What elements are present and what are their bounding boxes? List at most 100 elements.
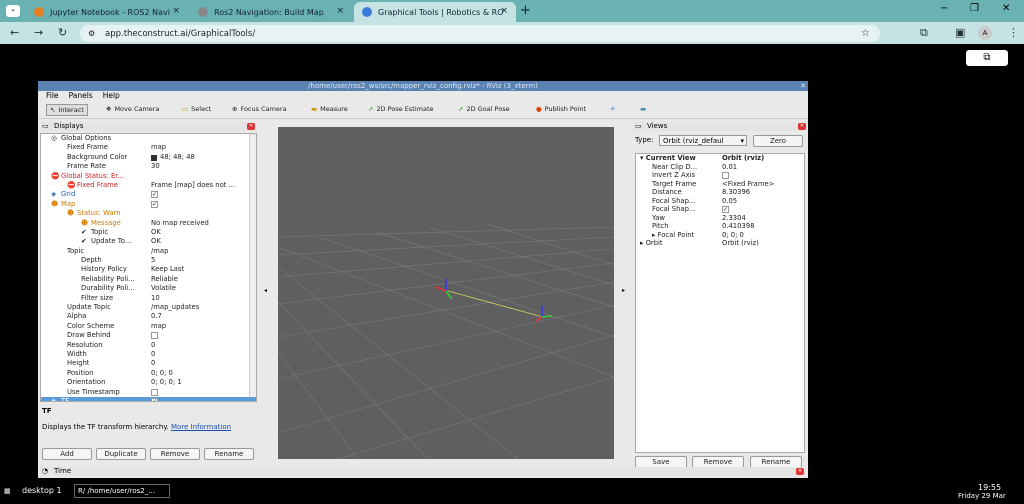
row-value[interactable]: OK — [151, 237, 161, 246]
row-value[interactable]: 0; 0; 0 — [722, 231, 744, 240]
forward-icon[interactable]: → — [34, 26, 43, 39]
row-value[interactable]: 2.3304 — [722, 214, 746, 223]
row-value[interactable]: 5 — [151, 256, 155, 265]
more-information-link[interactable]: More Information — [171, 423, 231, 431]
bookmark-star-icon[interactable]: ☆ — [861, 28, 870, 39]
view-row[interactable]: ▸ Orbit Orbit (rviz) — [636, 239, 804, 248]
window-close-icon[interactable]: ✕ — [800, 81, 806, 91]
row-value[interactable]: 0; 0; 0; 1 — [151, 378, 182, 387]
display-row[interactable]: ⛔ Global Status: Er... — [41, 172, 256, 181]
tab-list-button[interactable]: ⌄ — [6, 5, 20, 17]
tool-select[interactable]: ▭ Select — [182, 105, 211, 113]
display-row[interactable]: Topic/map — [41, 247, 256, 256]
row-value[interactable]: Orbit (rviz) — [722, 239, 759, 248]
restore-button[interactable]: ❐ — [970, 3, 979, 14]
extensions-icon[interactable]: ⧉ — [920, 26, 928, 40]
close-icon[interactable]: ✕ — [247, 123, 255, 130]
tool-interact[interactable]: ↖ Interact — [46, 104, 88, 116]
sidebar-icon[interactable]: ▣ — [955, 26, 965, 39]
view-row[interactable]: ▾ Current View Orbit (rviz) — [636, 154, 804, 163]
add-button[interactable]: Add — [42, 448, 92, 460]
checkbox[interactable] — [151, 388, 158, 396]
row-value[interactable]: 0 — [151, 341, 155, 350]
view-row[interactable]: Near Clip D... 0.01 — [636, 163, 804, 172]
row-value[interactable]: Reliable — [151, 275, 178, 284]
view-row[interactable]: Focal Shap... 0.05 — [636, 197, 804, 206]
close-icon[interactable]: × — [500, 6, 508, 16]
row-value[interactable]: 0 — [151, 350, 155, 359]
display-row[interactable]: Resolution 0 — [41, 341, 256, 350]
site-info-icon[interactable]: ⚙ — [88, 29, 95, 38]
display-row[interactable]: Update Topic/map_updates — [41, 303, 256, 312]
menu-help[interactable]: Help — [103, 91, 120, 101]
display-row[interactable]: Depth 5 — [41, 256, 256, 265]
display-row[interactable]: Draw Behind — [41, 331, 256, 340]
row-value[interactable]: 0; 0; 0 — [151, 369, 173, 378]
menu-panels[interactable]: Panels — [69, 91, 93, 101]
collapse-right-icon[interactable]: ▸ — [622, 287, 625, 294]
tool-focus-camera[interactable]: ⊕ Focus Camera — [232, 105, 287, 113]
new-tab-button[interactable]: + — [520, 3, 531, 18]
row-value[interactable]: Frame [map] does not ... — [151, 181, 235, 190]
color-swatch[interactable] — [151, 154, 157, 161]
display-row[interactable]: ☻ Map ✓ — [41, 200, 256, 209]
row-value[interactable]: 0.05 — [722, 197, 737, 206]
tab-graphical-tools[interactable]: Graphical Tools | Robotics & RO × — [354, 2, 516, 22]
display-row[interactable]: ✔ Update To... OK — [41, 237, 256, 246]
checkbox[interactable]: ✓ — [151, 191, 158, 199]
close-window-button[interactable]: ✕ — [1002, 3, 1010, 14]
tab-ros2-navigation[interactable]: Ros2 Navigation: Build Map × — [190, 2, 352, 22]
checkbox[interactable]: ✓ — [722, 206, 729, 213]
close-icon[interactable]: × — [336, 6, 344, 16]
display-row[interactable]: Frame Rate 30 — [41, 162, 256, 171]
display-row[interactable]: Use Timestamp — [41, 388, 256, 397]
display-row[interactable]: Filter size 10 — [41, 294, 256, 303]
back-icon[interactable]: ← — [10, 26, 19, 39]
view-row[interactable]: Distance 8.30396 — [636, 188, 804, 197]
avatar[interactable]: A — [978, 26, 992, 40]
display-row[interactable]: ✔ Topic OK — [41, 228, 256, 237]
view-type-select[interactable]: Orbit (rviz_defaul ▾ — [659, 135, 747, 146]
display-row[interactable]: Durability Poli... Volatile — [41, 284, 256, 293]
view-row[interactable]: Invert Z Axis — [636, 171, 804, 180]
checkbox[interactable]: ✓ — [151, 200, 158, 208]
row-value[interactable]: 0 — [151, 359, 155, 368]
display-row[interactable]: Fixed Frame map — [41, 143, 256, 152]
remove-button[interactable]: Remove — [150, 448, 200, 460]
row-value[interactable]: 8.30396 — [722, 188, 750, 197]
tool-remove[interactable]: ▬ — [640, 105, 646, 113]
row-value[interactable]: OK — [151, 228, 161, 237]
view-row[interactable]: Focal Shap... ✓ — [636, 205, 804, 214]
row-value[interactable]: 0.7 — [151, 312, 162, 321]
display-row[interactable]: Position 0; 0; 0 — [41, 369, 256, 378]
display-row[interactable]: ⛔ Fixed Frame Frame [map] does not ... — [41, 181, 256, 190]
display-row[interactable]: Alpha 0.7 — [41, 312, 256, 321]
display-row[interactable]: ☻ Message No map received — [41, 219, 256, 228]
display-row[interactable]: Color Scheme map — [41, 322, 256, 331]
display-row[interactable]: ◈ Grid ✓ — [41, 190, 256, 199]
url-input[interactable]: ⚙ app.theconstruct.ai/GraphicalTools/ ☆ — [80, 25, 880, 42]
display-row[interactable]: Orientation 0; 0; 0; 1 — [41, 378, 256, 387]
row-value[interactable]: Orbit (rviz) — [722, 154, 764, 163]
menu-file[interactable]: File — [46, 91, 59, 101]
display-row[interactable]: ◈ TF ✓ — [41, 396, 256, 401]
duplicate-button[interactable]: Duplicate — [96, 448, 146, 460]
close-icon[interactable]: ✕ — [798, 123, 806, 130]
row-value[interactable]: 48; 48; 48 — [160, 153, 195, 162]
desktop-switcher[interactable]: desktop 1 — [22, 486, 62, 495]
checkbox[interactable] — [722, 172, 729, 179]
tool-move-camera[interactable]: ✥ Move Camera — [106, 105, 159, 113]
display-row[interactable]: History Policy Keep Last — [41, 265, 256, 274]
row-value[interactable]: Volatile — [151, 284, 176, 293]
taskbar-task-rviz[interactable]: R/ /home/user/ros2_... — [74, 484, 170, 498]
row-value[interactable]: /map_updates — [151, 303, 199, 312]
view-row[interactable]: ▸ Focal Point 0; 0; 0 — [636, 231, 804, 240]
row-value[interactable]: 0.01 — [722, 163, 737, 172]
display-row[interactable]: Background Color 48; 48; 48 — [41, 153, 256, 162]
row-value[interactable]: /map — [151, 247, 168, 256]
display-row[interactable]: Height 0 — [41, 359, 256, 368]
minimize-button[interactable]: − — [940, 3, 948, 14]
rename-button[interactable]: Rename — [204, 448, 254, 460]
tool-add[interactable]: ✛ — [610, 105, 615, 113]
row-value[interactable]: <Fixed Frame> — [722, 180, 774, 189]
